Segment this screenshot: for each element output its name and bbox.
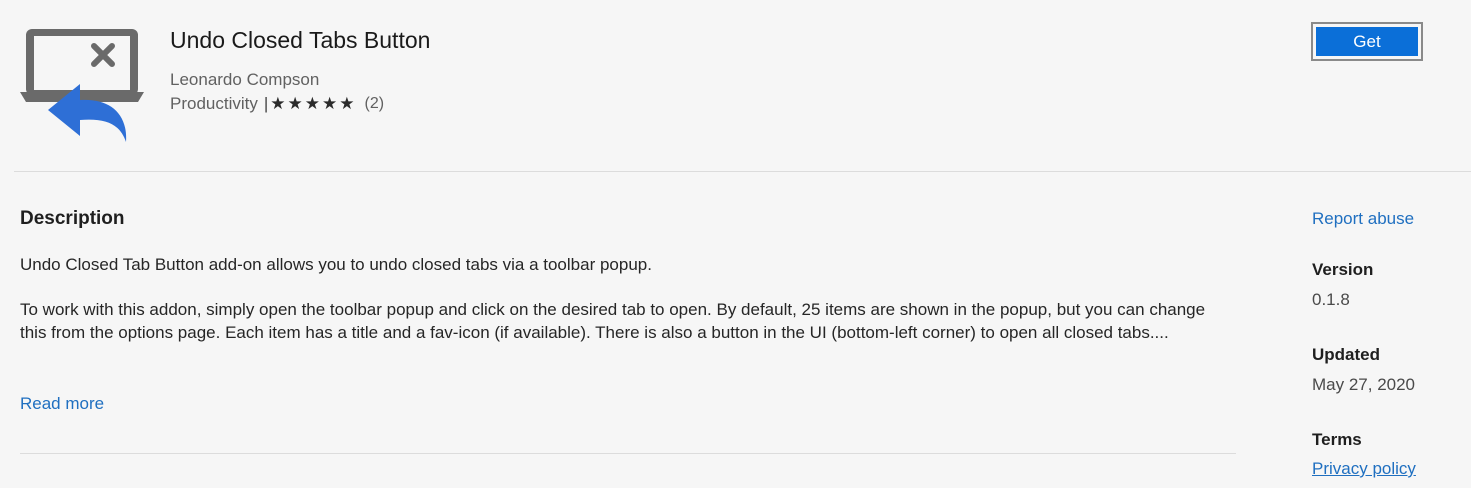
updated-value: May 27, 2020	[1312, 375, 1416, 394]
description-paragraph-2: To work with this addon, simply open the…	[20, 300, 1206, 342]
app-category[interactable]: Productivity	[170, 94, 258, 114]
app-title: Undo Closed Tabs Button	[170, 27, 431, 53]
terms-label: Terms	[1312, 430, 1362, 449]
app-meta-row: Productivity | ★★★★★ (2)	[170, 94, 384, 114]
undo-closed-tab-icon	[20, 29, 144, 142]
rating-stars[interactable]: ★★★★★	[270, 94, 356, 114]
report-abuse-link[interactable]: Report abuse	[1312, 209, 1414, 229]
read-more-link[interactable]: Read more	[20, 394, 104, 414]
header-divider	[14, 171, 1471, 172]
version-value: 0.1.8	[1312, 290, 1350, 309]
updated-label: Updated	[1312, 345, 1380, 364]
get-button-label: Get	[1316, 27, 1418, 56]
version-label: Version	[1312, 260, 1374, 279]
get-button[interactable]: Get	[1311, 22, 1423, 61]
rating-count[interactable]: (2)	[365, 95, 385, 113]
description-heading: Description	[20, 208, 125, 229]
privacy-policy-link[interactable]: Privacy policy	[1312, 459, 1416, 479]
app-author[interactable]: Leonardo Compson	[170, 70, 319, 90]
description-divider	[20, 453, 1236, 454]
extension-detail-page: Undo Closed Tabs Button Leonardo Compson…	[0, 0, 1471, 488]
description-paragraph-1: Undo Closed Tab Button add-on allows you…	[20, 255, 652, 274]
meta-separator: |	[263, 94, 269, 113]
